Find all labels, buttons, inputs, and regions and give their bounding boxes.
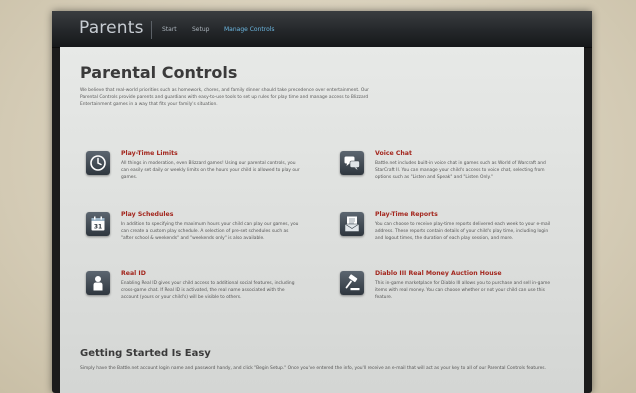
feature-title: Voice Chat bbox=[375, 150, 412, 157]
feature-desc: All things in moderation, even Blizzard … bbox=[121, 161, 300, 181]
feature-play-time-limits: Play-Time Limits All things in moderatio… bbox=[86, 150, 306, 202]
feature-title: Play-Time Reports bbox=[375, 211, 438, 218]
nav-start[interactable]: Start bbox=[162, 26, 177, 33]
feature-desc: You can choose to receive play-time repo… bbox=[375, 222, 551, 242]
gavel-icon bbox=[340, 271, 364, 295]
nav-setup[interactable]: Setup bbox=[192, 26, 209, 33]
feature-desc: Enabling Real ID gives your child access… bbox=[121, 281, 295, 301]
svg-text:31: 31 bbox=[94, 223, 102, 230]
getting-started-title: Getting Started Is Easy bbox=[80, 348, 211, 359]
nav-manage-controls[interactable]: Manage Controls bbox=[224, 26, 275, 33]
header-divider bbox=[151, 21, 152, 39]
feature-real-id: Real ID Enabling Real ID gives your chil… bbox=[86, 270, 306, 322]
site-header: Parents Start Setup Manage Controls bbox=[52, 11, 592, 48]
feature-voice-chat: Voice Chat Battle.net includes built-in … bbox=[340, 150, 560, 202]
intro-text: We believe that real-world priorities su… bbox=[80, 88, 369, 108]
feature-desc: In addition to specifying the maximum ho… bbox=[121, 222, 299, 242]
feature-title: Diablo III Real Money Auction House bbox=[375, 270, 502, 277]
feature-title: Play Schedules bbox=[121, 211, 174, 218]
site-title[interactable]: Parents bbox=[79, 18, 144, 38]
feature-play-time-reports: Play-Time Reports You can choose to rece… bbox=[340, 211, 560, 263]
envelope-report-icon bbox=[340, 212, 364, 236]
calendar-icon: 31 bbox=[86, 212, 110, 236]
main-content: Parental Controls We believe that real-w… bbox=[60, 47, 584, 393]
page-title: Parental Controls bbox=[80, 63, 238, 82]
feature-desc: Battle.net includes built-in voice chat … bbox=[375, 161, 546, 181]
feature-play-schedules: 31 Play Schedules In addition to specify… bbox=[86, 211, 306, 263]
feature-auction-house: Diablo III Real Money Auction House This… bbox=[340, 270, 560, 322]
speech-bubbles-icon bbox=[340, 151, 364, 175]
user-id-icon bbox=[86, 271, 110, 295]
clock-icon bbox=[86, 151, 110, 175]
feature-title: Play-Time Limits bbox=[121, 150, 178, 157]
feature-desc: This in-game marketplace for Diablo III … bbox=[375, 281, 551, 301]
getting-started-desc: Simply have the Battle.net account login… bbox=[80, 366, 546, 371]
feature-title: Real ID bbox=[121, 270, 146, 277]
